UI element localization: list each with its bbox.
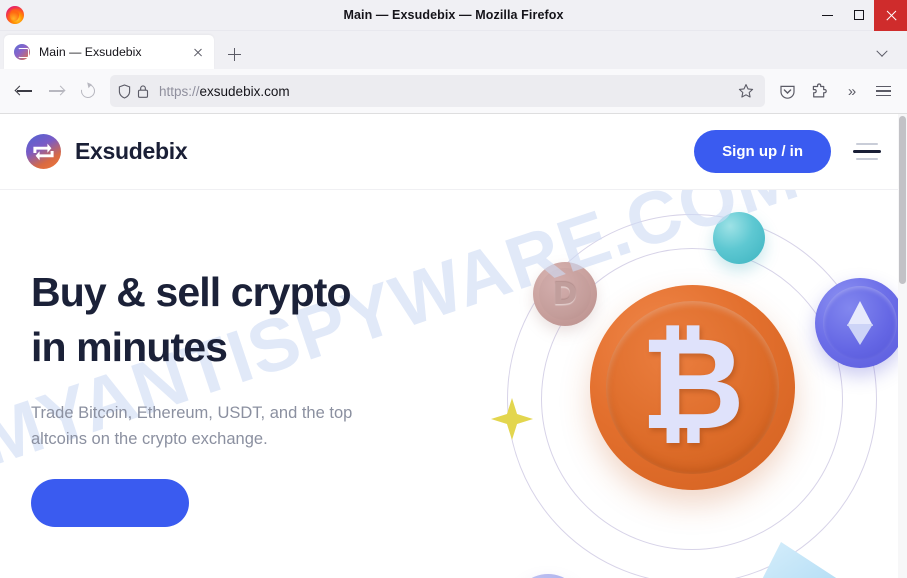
minimize-button[interactable] [812, 0, 843, 31]
scrollbar-thumb[interactable] [899, 116, 906, 284]
hero-section: D ₿ Ł Buy & sell crypto in minutes Trade [0, 190, 907, 578]
hamburger-icon [875, 83, 891, 100]
bookmark-button[interactable] [731, 77, 761, 105]
close-icon [885, 9, 897, 21]
url-scheme: https:// [159, 83, 200, 99]
hero-subtitle: Trade Bitcoin, Ethereum, USDT, and the t… [31, 404, 353, 448]
tab-strip: Main — Exsudebix [0, 31, 907, 69]
bitcoin-symbol: ₿ [640, 309, 745, 459]
chevron-down-icon [876, 45, 888, 57]
site-brand-name: Exsudebix [75, 138, 188, 164]
exsudebix-favicon-icon [14, 44, 30, 60]
site-brand[interactable]: Exsudebix [26, 134, 188, 169]
site-menu-button[interactable] [853, 138, 881, 165]
url-host: exsudebix.com [199, 83, 290, 99]
litecoin-coin-icon: Ł [513, 574, 583, 578]
hero-title: Buy & sell crypto in minutes [31, 265, 461, 374]
window-titlebar: Main — Exsudebix — Mozilla Firefox [0, 0, 907, 31]
hamburger-line [856, 158, 878, 160]
reload-button[interactable] [72, 75, 104, 107]
back-button[interactable] [8, 75, 40, 107]
toolbar-right-icons: » [771, 75, 899, 107]
extensions-button[interactable] [803, 75, 835, 107]
page-scrollbar[interactable] [898, 114, 907, 578]
exchange-arrows-logo-icon [26, 134, 61, 169]
hero-copy: Buy & sell crypto in minutes Trade Bitco… [31, 265, 461, 532]
url-text[interactable]: https://exsudebix.com [159, 84, 731, 99]
window-controls [812, 0, 907, 31]
overflow-menu-button[interactable]: » [835, 75, 867, 107]
reload-icon [78, 81, 98, 101]
ethereum-coin-icon [815, 278, 905, 368]
firefox-logo-icon [6, 6, 24, 24]
tab-close-button[interactable] [188, 42, 208, 62]
signup-button[interactable]: Sign up / in [694, 130, 831, 173]
dogecoin-coin-icon: D [533, 262, 597, 326]
arrow-right-icon [48, 84, 66, 98]
close-icon [194, 48, 203, 57]
new-tab-button[interactable] [218, 39, 250, 69]
ethereum-diamond-icon [847, 301, 873, 345]
site-header: Exsudebix Sign up / in [0, 114, 907, 190]
crypto-illustration: D ₿ Ł [485, 200, 907, 578]
close-window-button[interactable] [874, 0, 907, 31]
site-header-actions: Sign up / in [694, 130, 881, 173]
tab-title: Main — Exsudebix [39, 45, 142, 59]
browser-tab[interactable]: Main — Exsudebix [4, 35, 214, 69]
dogecoin-symbol: D [552, 276, 578, 312]
maximize-button[interactable] [843, 0, 874, 31]
pocket-button[interactable] [771, 75, 803, 107]
hero-cta-button[interactable] [31, 478, 189, 527]
star-icon [738, 84, 754, 98]
page-viewport: MYANTISPYWARE.COM Exsudebix Sign up / in [0, 114, 907, 578]
teal-sphere-icon [713, 212, 765, 264]
double-chevron-right-icon: » [847, 82, 856, 100]
app-menu-button[interactable] [867, 75, 899, 107]
pocket-icon [779, 85, 795, 99]
window-title: Main — Exsudebix — Mozilla Firefox [343, 8, 564, 22]
address-bar[interactable]: https://exsudebix.com [110, 75, 765, 107]
puzzle-piece-icon [812, 82, 827, 97]
hero-title-line-1: Buy & sell crypto [31, 269, 352, 315]
hamburger-line [853, 150, 881, 153]
shield-icon[interactable] [118, 83, 131, 99]
list-all-tabs-button[interactable] [867, 39, 897, 69]
maximize-icon [853, 10, 864, 20]
bitcoin-coin-icon: ₿ [590, 285, 795, 490]
hamburger-line [856, 143, 878, 145]
lock-icon[interactable] [136, 84, 150, 99]
forward-button[interactable] [40, 75, 72, 107]
plus-icon [227, 47, 241, 61]
arrow-left-icon [14, 84, 33, 98]
hero-title-line-2: in minutes [31, 323, 228, 370]
minimize-icon [822, 14, 833, 16]
navigation-toolbar: https://exsudebix.com » [0, 69, 907, 114]
